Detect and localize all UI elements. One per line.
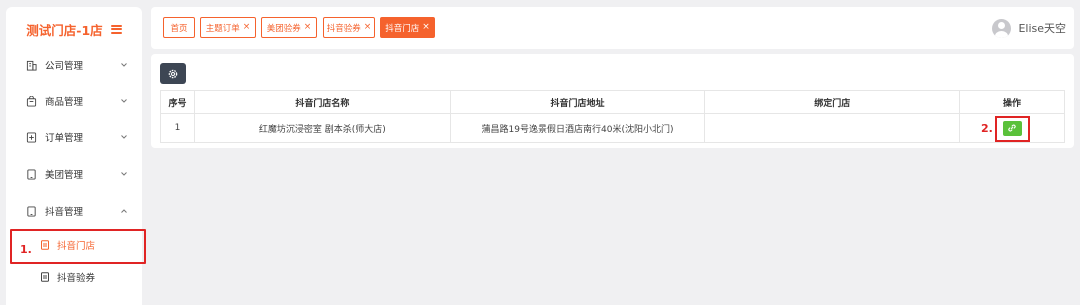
chevron-down-icon <box>121 135 127 139</box>
order-icon <box>26 131 37 143</box>
tablet-icon <box>26 168 37 180</box>
sidebar-item-label: 商品管理 <box>45 97 84 108</box>
close-icon[interactable]: × <box>364 23 372 32</box>
sidebar-item-orders[interactable]: 订单管理 <box>6 125 142 149</box>
cell-actions <box>959 113 1065 143</box>
building-icon <box>26 60 37 71</box>
bag-icon <box>26 95 37 107</box>
tab-label: 主题订单 <box>205 23 240 34</box>
table-header-row: 序号 抖音门店名称 抖音门店地址 绑定门店 操作 <box>160 90 1065 114</box>
cell-store-address: 蒲昌路19号逸景假日酒店南行40米(沈阳小北门) <box>449 113 706 143</box>
top-header: 首页 主题订单 × 美团验券 × 抖音验券 × 抖音门店 × Elise天空 <box>151 7 1074 49</box>
cell-store-name: 红魔坊沉浸密室 剧本杀(师大店) <box>193 113 451 143</box>
column-header: 操作 <box>959 90 1065 114</box>
tab-label: 抖音门店 <box>385 23 420 34</box>
document-icon <box>40 240 50 250</box>
sidebar-item-label: 公司管理 <box>45 61 84 72</box>
tab-label: 美团验券 <box>266 23 301 34</box>
sidebar-item-label: 订单管理 <box>45 133 84 144</box>
tab-meituan-coupon[interactable]: 美团验券 × <box>261 17 317 38</box>
sidebar-item-meituan[interactable]: 美团管理 <box>6 162 142 186</box>
link-icon <box>1008 124 1016 132</box>
sidebar-item-douyin[interactable]: 抖音管理 <box>6 199 142 223</box>
column-header: 绑定门店 <box>704 90 961 114</box>
table-row: 1 红魔坊沉浸密室 剧本杀(师大店) 蒲昌路19号逸景假日酒店南行40米(沈阳小… <box>160 113 1065 143</box>
step2-label: 2. <box>981 122 993 135</box>
sidebar-item-label: 抖音管理 <box>45 207 84 218</box>
close-icon[interactable]: × <box>304 23 312 32</box>
column-header: 抖音门店地址 <box>449 90 706 114</box>
avatar <box>992 18 1012 38</box>
sidebar: 测试门店-1店 公司管理 商品管理 订单管理 美团管理 抖音管理 抖音门店 抖音… <box>6 7 142 305</box>
settings-button[interactable] <box>160 63 186 84</box>
tablet-icon <box>26 205 37 217</box>
chevron-down-icon <box>121 63 127 67</box>
sidebar-subitem-label: 抖音验券 <box>57 273 96 284</box>
store-list-card: 序号 抖音门店名称 抖音门店地址 绑定门店 操作 1 红魔坊沉浸密室 剧本杀(师… <box>151 54 1074 148</box>
chevron-down-icon <box>121 172 127 176</box>
tab-home[interactable]: 首页 <box>163 17 195 38</box>
close-icon[interactable]: × <box>243 23 251 32</box>
column-header: 抖音门店名称 <box>193 90 451 114</box>
cell-index: 1 <box>160 113 195 143</box>
bind-link-button[interactable] <box>1002 120 1022 136</box>
store-title: 测试门店-1店 <box>26 22 103 38</box>
chevron-down-icon <box>121 99 127 103</box>
tab-label: 抖音验券 <box>326 23 361 34</box>
sidebar-item-products[interactable]: 商品管理 <box>6 89 142 113</box>
menu-toggle-icon[interactable] <box>110 24 122 34</box>
cell-bound-store <box>704 113 961 143</box>
tab-label: 首页 <box>170 23 188 34</box>
sidebar-item-company[interactable]: 公司管理 <box>6 53 142 77</box>
user-menu[interactable]: Elise天空 <box>992 17 1066 39</box>
user-name: Elise天空 <box>1018 22 1066 35</box>
chevron-up-icon <box>121 209 127 213</box>
store-table: 序号 抖音门店名称 抖音门店地址 绑定门店 操作 1 红魔坊沉浸密室 剧本杀(师… <box>160 90 1065 143</box>
gear-icon <box>168 69 178 78</box>
step1-label: 1. <box>20 243 32 256</box>
sidebar-item-label: 美团管理 <box>45 170 84 181</box>
sidebar-subitem-label: 抖音门店 <box>57 241 96 252</box>
close-icon[interactable]: × <box>422 23 430 32</box>
tab-douyin-store[interactable]: 抖音门店 × <box>380 17 435 38</box>
tab-theme-orders[interactable]: 主题订单 × <box>200 17 256 38</box>
tab-douyin-coupon[interactable]: 抖音验券 × <box>323 17 375 38</box>
brand-header: 测试门店-1店 <box>6 7 142 51</box>
sidebar-subitem-douyin-coupon[interactable]: 抖音验券 <box>6 265 142 289</box>
document-icon <box>40 272 50 282</box>
column-header: 序号 <box>160 90 195 114</box>
